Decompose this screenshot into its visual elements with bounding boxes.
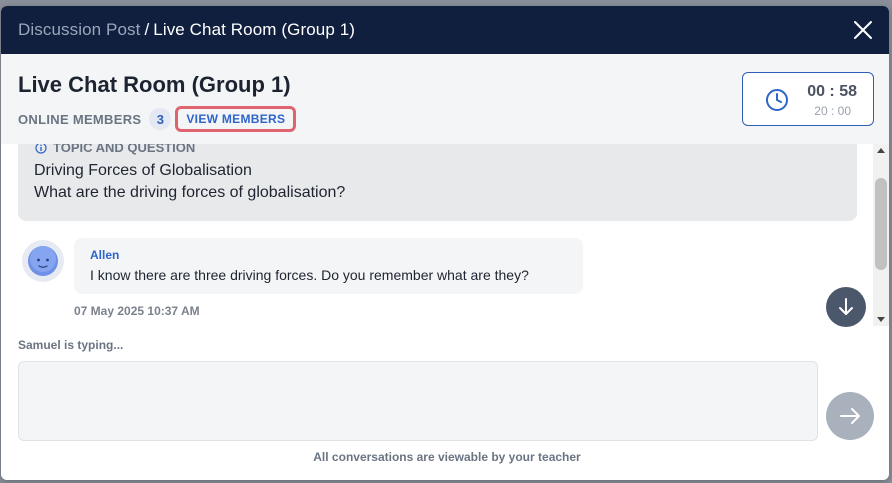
room-title: Live Chat Room (Group 1): [18, 72, 291, 97]
breadcrumb-current: Live Chat Room (Group 1): [153, 20, 356, 39]
topic-label: TOPIC AND QUESTION: [35, 144, 195, 155]
message-text: I know there are three driving forces. D…: [90, 267, 529, 283]
breadcrumb-separator: /: [144, 20, 150, 39]
message-input[interactable]: [18, 361, 818, 441]
send-button[interactable]: [826, 392, 874, 440]
chat-messages-area: TOPIC AND QUESTION Driving Forces of Glo…: [1, 144, 873, 326]
message-bubble: Allen I know there are three driving for…: [74, 238, 583, 294]
close-button[interactable]: [851, 18, 875, 42]
chat-modal: Discussion Post / Live Chat Room (Group 1)…: [1, 6, 889, 480]
chat-scrollbar[interactable]: [873, 144, 889, 326]
topic-question: What are the driving forces of globalisa…: [34, 184, 346, 201]
title-bar: Discussion Post / Live Chat Room (Group 1): [1, 6, 889, 54]
topic-label-text: TOPIC AND QUESTION: [53, 144, 196, 155]
info-icon: [35, 144, 47, 154]
message-sender: Allen: [90, 248, 120, 262]
avatar: [22, 240, 64, 282]
countdown-timer: 00 : 58 20 : 00: [742, 72, 874, 126]
close-icon: [854, 21, 872, 39]
arrow-right-icon: [840, 408, 860, 424]
scrollbar-thumb[interactable]: [875, 178, 887, 270]
avatar-face-icon: [28, 246, 58, 276]
message-timestamp: 07 May 2025 10:37 AM: [74, 304, 200, 318]
footer-note: All conversations are viewable by your t…: [313, 450, 581, 464]
online-members-count: 3: [149, 108, 172, 130]
topic-title: Driving Forces of Globalisation: [34, 162, 252, 179]
online-members-row: ONLINE MEMBERS 3 VIEW MEMBERS: [18, 106, 297, 132]
chat-header: Live Chat Room (Group 1) ONLINE MEMBERS …: [1, 54, 889, 144]
timer-total: 20 : 00: [814, 104, 851, 118]
breadcrumb-parent[interactable]: Discussion Post: [18, 20, 140, 39]
view-members-button[interactable]: VIEW MEMBERS: [175, 106, 297, 132]
typing-indicator: Samuel is typing...: [18, 338, 124, 352]
scrollbar-down-arrow[interactable]: [877, 317, 885, 322]
scroll-to-bottom-button[interactable]: [826, 287, 866, 327]
online-members-label: ONLINE MEMBERS: [18, 111, 142, 127]
scrollbar-up-arrow[interactable]: [877, 148, 885, 153]
timer-remaining: 00 : 58: [807, 83, 857, 100]
breadcrumb: Discussion Post / Live Chat Room (Group 1): [18, 20, 355, 40]
arrow-down-icon: [839, 298, 853, 315]
topic-card: TOPIC AND QUESTION Driving Forces of Glo…: [18, 144, 857, 221]
clock-icon: [766, 89, 788, 111]
